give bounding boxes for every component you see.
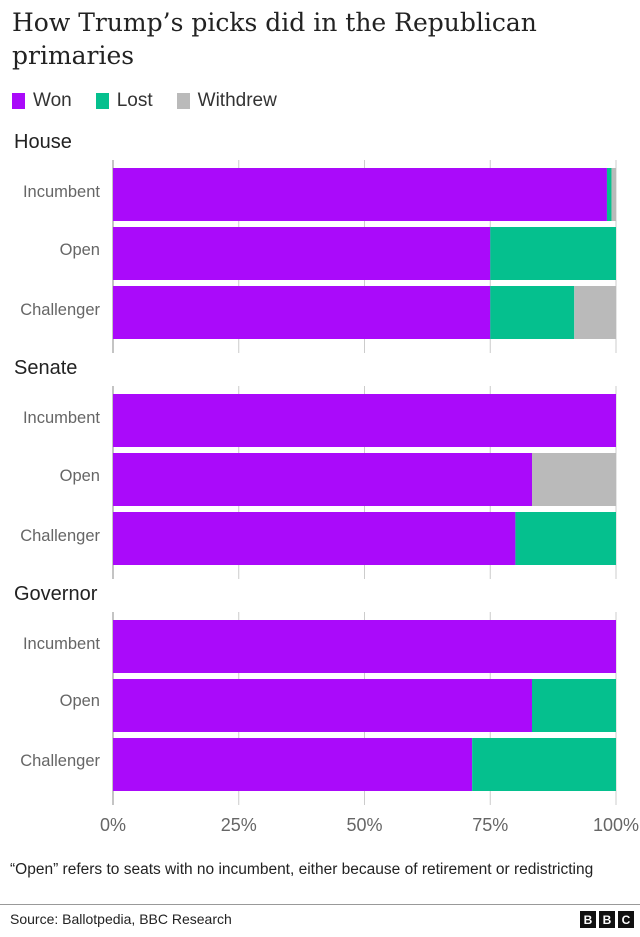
bar-segment-lost (515, 512, 616, 565)
x-tick-label: 25% (221, 815, 257, 835)
bbc-logo: B B C (577, 911, 634, 928)
bar-segment-won (113, 227, 491, 280)
chart-plot: 0% 25% 50% 75% 100% (100, 160, 639, 835)
bar-segment-lost (472, 738, 616, 791)
bar-segment-lost (490, 286, 575, 339)
bar-segment-withdrew (574, 286, 616, 339)
bar-segment-won (113, 286, 491, 339)
source-text: Source: Ballotpedia, BBC Research (10, 911, 232, 927)
bar-segment-won (113, 168, 607, 221)
chart-note: “Open” refers to seats with no incumbent… (10, 861, 594, 878)
bbc-logo-letter: B (599, 911, 615, 928)
bar-segment-withdrew (531, 453, 616, 506)
bar-segment-lost (490, 227, 616, 280)
bar-segment-won (113, 679, 532, 732)
x-tick-label: 0% (100, 815, 126, 835)
bar-segment-won (113, 512, 516, 565)
bbc-logo-letter: B (580, 911, 596, 928)
x-tick-label: 100% (593, 815, 639, 835)
bar-segment-lost (531, 679, 616, 732)
footer-divider (0, 904, 640, 905)
x-tick-label: 75% (472, 815, 508, 835)
bar-segment-won (113, 620, 616, 673)
bar-segment-lost (606, 168, 612, 221)
bar-segment-won (113, 394, 616, 447)
bbc-logo-letter: C (618, 911, 634, 928)
bar-segment-withdrew (611, 168, 616, 221)
bar-segment-won (113, 453, 532, 506)
bar-segment-won (113, 738, 473, 791)
x-tick-label: 50% (346, 815, 382, 835)
